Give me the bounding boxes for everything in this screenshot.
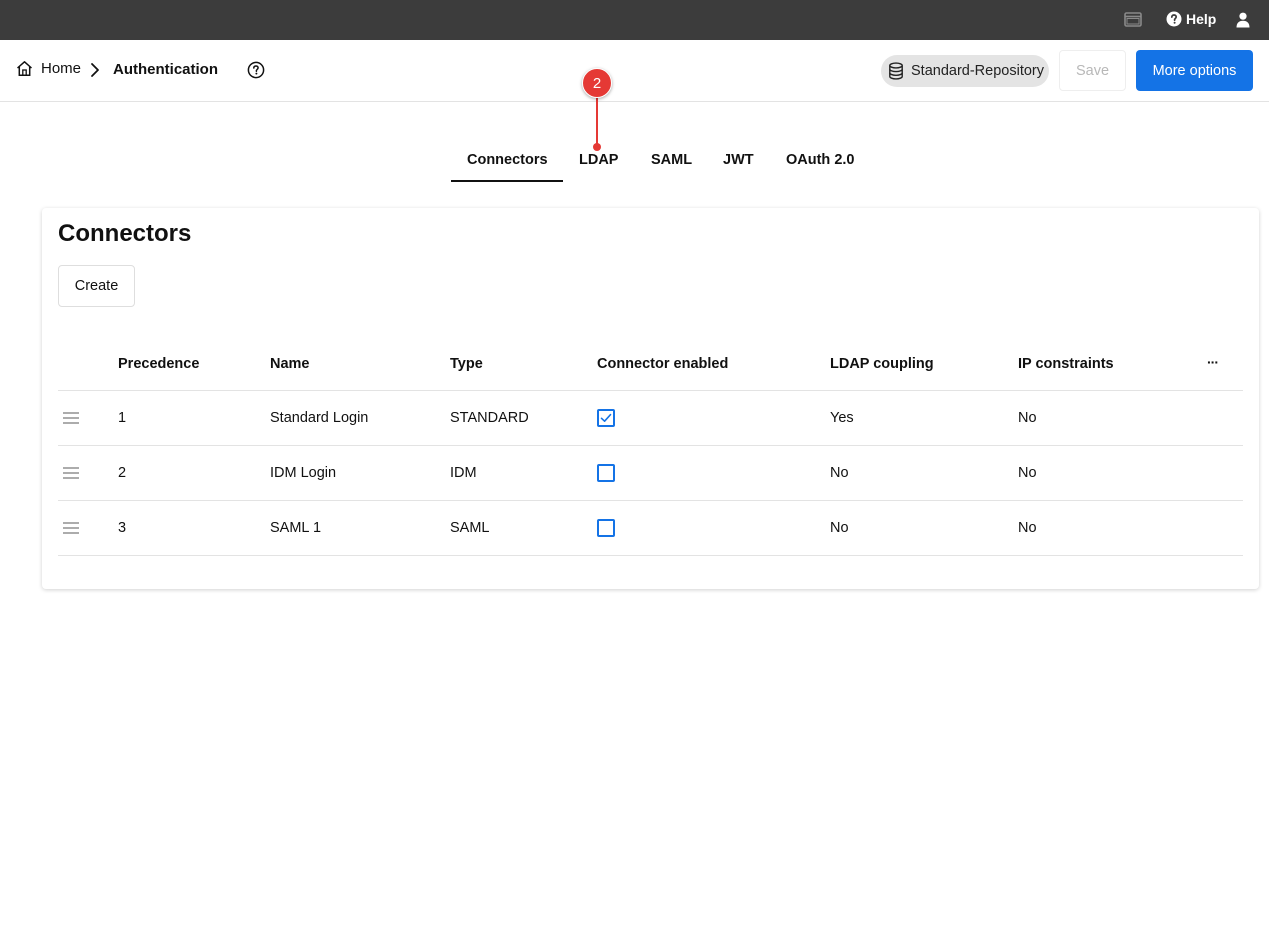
column-header-name[interactable]: Name xyxy=(270,356,310,372)
save-button[interactable]: Save xyxy=(1059,50,1126,91)
connector-enabled-checkbox[interactable] xyxy=(597,519,615,537)
cell-precedence: 1 xyxy=(118,410,127,426)
annotation-marker-line xyxy=(596,97,598,145)
cell-ip-constraints: No xyxy=(1018,465,1037,481)
database-icon xyxy=(889,62,903,80)
chevron-right-icon xyxy=(91,63,99,77)
annotation-marker: 2 xyxy=(582,68,612,98)
cell-ldap-coupling: Yes xyxy=(830,410,854,426)
page-header: Home Authentication Standard-Repository … xyxy=(0,40,1269,102)
breadcrumb-home-label: Home xyxy=(41,60,82,77)
breadcrumb-home[interactable]: Home xyxy=(16,60,81,77)
top-bar: Help xyxy=(0,0,1269,40)
drag-handle-icon[interactable] xyxy=(63,522,79,534)
page-title: Authentication xyxy=(113,61,218,78)
column-header-connector-enabled[interactable]: Connector enabled xyxy=(597,356,728,372)
table-header: Precedence Name Type Connector enabled L… xyxy=(58,336,1243,391)
cell-ip-constraints: No xyxy=(1018,520,1037,536)
card-title: Connectors xyxy=(58,220,192,247)
table-row[interactable]: 3 SAML 1 SAML No No xyxy=(58,501,1243,556)
help-menu[interactable]: Help xyxy=(1166,11,1216,27)
tab-jwt[interactable]: JWT xyxy=(723,152,754,168)
column-header-type[interactable]: Type xyxy=(450,356,483,372)
question-circle-icon xyxy=(1166,11,1182,27)
drag-handle-icon[interactable] xyxy=(63,412,79,424)
create-button[interactable]: Create xyxy=(58,265,135,307)
help-label: Help xyxy=(1186,11,1217,27)
more-columns-icon[interactable]: ··· xyxy=(1207,354,1219,370)
help-icon[interactable] xyxy=(247,61,265,79)
window-icon[interactable] xyxy=(1124,12,1142,27)
tab-connectors[interactable]: Connectors xyxy=(467,152,548,168)
tab-saml[interactable]: SAML xyxy=(651,152,692,168)
repository-selector[interactable]: Standard-Repository xyxy=(881,55,1049,87)
cell-precedence: 3 xyxy=(118,520,127,536)
connector-enabled-checkbox[interactable] xyxy=(597,464,615,482)
cell-ldap-coupling: No xyxy=(830,520,849,536)
more-options-button[interactable]: More options xyxy=(1136,50,1253,91)
column-header-ldap-coupling[interactable]: LDAP coupling xyxy=(830,356,934,372)
tab-bar: Connectors LDAP SAML JWT OAuth 2.0 xyxy=(0,140,1269,182)
cell-name: SAML 1 xyxy=(270,520,322,536)
connectors-card: Connectors Create Precedence Name Type C… xyxy=(42,208,1259,589)
user-icon[interactable] xyxy=(1236,12,1250,28)
drag-handle-icon[interactable] xyxy=(63,467,79,479)
cell-type: STANDARD xyxy=(450,410,529,426)
cell-precedence: 2 xyxy=(118,465,127,481)
checkmark-icon xyxy=(600,413,612,422)
active-tab-indicator xyxy=(451,180,563,182)
column-header-precedence[interactable]: Precedence xyxy=(118,356,199,372)
table-row[interactable]: 1 Standard Login STANDARD Yes No xyxy=(58,391,1243,446)
home-icon xyxy=(17,61,32,76)
connector-enabled-checkbox[interactable] xyxy=(597,409,615,427)
cell-name: IDM Login xyxy=(270,465,337,481)
cell-name: Standard Login xyxy=(270,410,369,426)
column-header-ip-constraints[interactable]: IP constraints xyxy=(1018,356,1114,372)
cell-ip-constraints: No xyxy=(1018,410,1037,426)
tab-oauth[interactable]: OAuth 2.0 xyxy=(786,152,854,168)
cell-type: SAML xyxy=(450,520,490,536)
cell-type: IDM xyxy=(450,465,477,481)
connectors-table: Precedence Name Type Connector enabled L… xyxy=(58,336,1243,556)
repository-label: Standard-Repository xyxy=(911,63,1044,79)
table-row[interactable]: 2 IDM Login IDM No No xyxy=(58,446,1243,501)
cell-ldap-coupling: No xyxy=(830,465,849,481)
tab-ldap[interactable]: LDAP xyxy=(579,152,618,168)
